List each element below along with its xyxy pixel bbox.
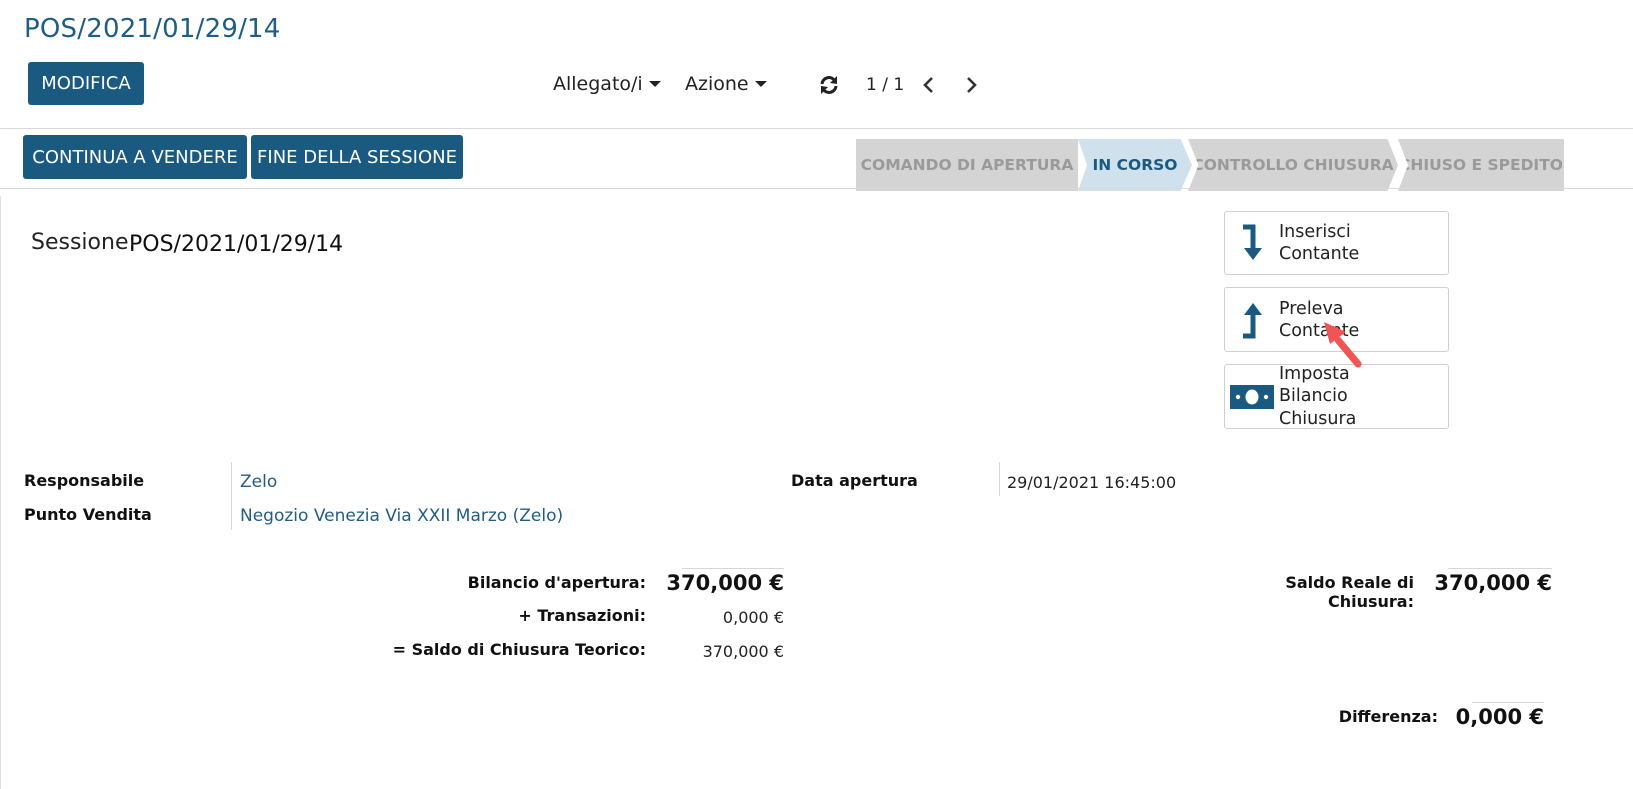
pos-value[interactable]: Negozio Venezia Via XXII Marzo (Zelo) — [240, 506, 563, 526]
difference-label: Differenza: — [1338, 707, 1438, 726]
pager-next-icon[interactable] — [962, 74, 980, 96]
put-money-in-button[interactable]: Inserisci Contante — [1224, 211, 1449, 275]
transactions-value: 0,000 € — [722, 608, 784, 627]
take-money-out-line1: Preleva — [1279, 298, 1344, 319]
difference-value: 0,000 € — [1455, 705, 1544, 729]
opening-date-value: 29/01/2021 16:45:00 — [1007, 473, 1177, 492]
session-label: Sessione: — [31, 230, 136, 255]
arrow-up-icon — [1225, 300, 1279, 340]
divider — [0, 128, 1633, 129]
responsible-value[interactable]: Zelo — [240, 472, 277, 492]
real-closing-rule — [1448, 568, 1552, 569]
real-closing-value: 370,000 € — [1434, 571, 1552, 595]
stage-closing-control[interactable]: CONTROLLO CHIUSURA — [1188, 139, 1398, 191]
session-name: POS/2021/01/29/14 — [129, 232, 344, 257]
difference-rule — [1472, 702, 1544, 703]
caret-down-icon — [754, 81, 767, 87]
breadcrumb: POS/2021/01/29/14 — [24, 14, 281, 44]
attachments-dropdown[interactable]: Allegato/i — [553, 73, 661, 95]
pager-value[interactable]: 1 / 1 — [866, 75, 904, 95]
set-closing-balance-line2: Bilancio — [1279, 386, 1348, 407]
form-sheet — [0, 196, 1633, 789]
divider — [0, 188, 1633, 189]
opening-balance-label: Bilancio d'apertura: — [467, 573, 646, 592]
field-separator — [231, 462, 232, 530]
action-dropdown[interactable]: Azione — [685, 73, 767, 95]
theoretical-closing-label: = Saldo di Chiusura Teorico: — [392, 640, 646, 659]
responsible-label: Responsabile — [24, 471, 145, 490]
field-separator — [999, 462, 1000, 496]
arrow-down-icon — [1225, 223, 1279, 263]
transactions-label: + Transazioni: — [518, 606, 646, 625]
annotation-arrow-icon — [1320, 318, 1366, 370]
attachments-label: Allegato/i — [553, 73, 643, 95]
stage-closed-posted[interactable]: CHIUSO E SPEDITO — [1398, 139, 1564, 191]
refresh-icon[interactable] — [818, 74, 840, 96]
opening-balance-rule — [682, 568, 784, 569]
pager-previous-icon[interactable] — [920, 74, 938, 96]
pos-label: Punto Vendita — [24, 505, 152, 524]
set-closing-balance-line3: Chiusura — [1279, 408, 1357, 429]
put-money-in-line2: Contante — [1279, 244, 1360, 264]
put-money-in-line1: Inserisci — [1279, 222, 1351, 242]
theoretical-closing-value: 370,000 € — [702, 642, 784, 661]
stage-opening-control[interactable]: COMANDO DI APERTURA — [856, 139, 1078, 191]
set-closing-balance-button[interactable]: Imposta Bilancio Chiusura — [1224, 364, 1449, 429]
opening-date-label: Data apertura — [791, 471, 918, 490]
edit-button[interactable]: MODIFICA — [28, 62, 144, 105]
stage-in-progress[interactable]: IN CORSO — [1078, 139, 1192, 191]
continue-selling-button[interactable]: CONTINUA A VENDERE — [23, 135, 247, 179]
opening-balance-value: 370,000 € — [666, 571, 784, 595]
end-session-button[interactable]: FINE DELLA SESSIONE — [251, 135, 463, 179]
real-closing-label: Saldo Reale di Chiusura: — [1285, 573, 1414, 611]
money-icon — [1225, 383, 1279, 411]
caret-down-icon — [648, 81, 661, 87]
action-label: Azione — [685, 73, 749, 95]
